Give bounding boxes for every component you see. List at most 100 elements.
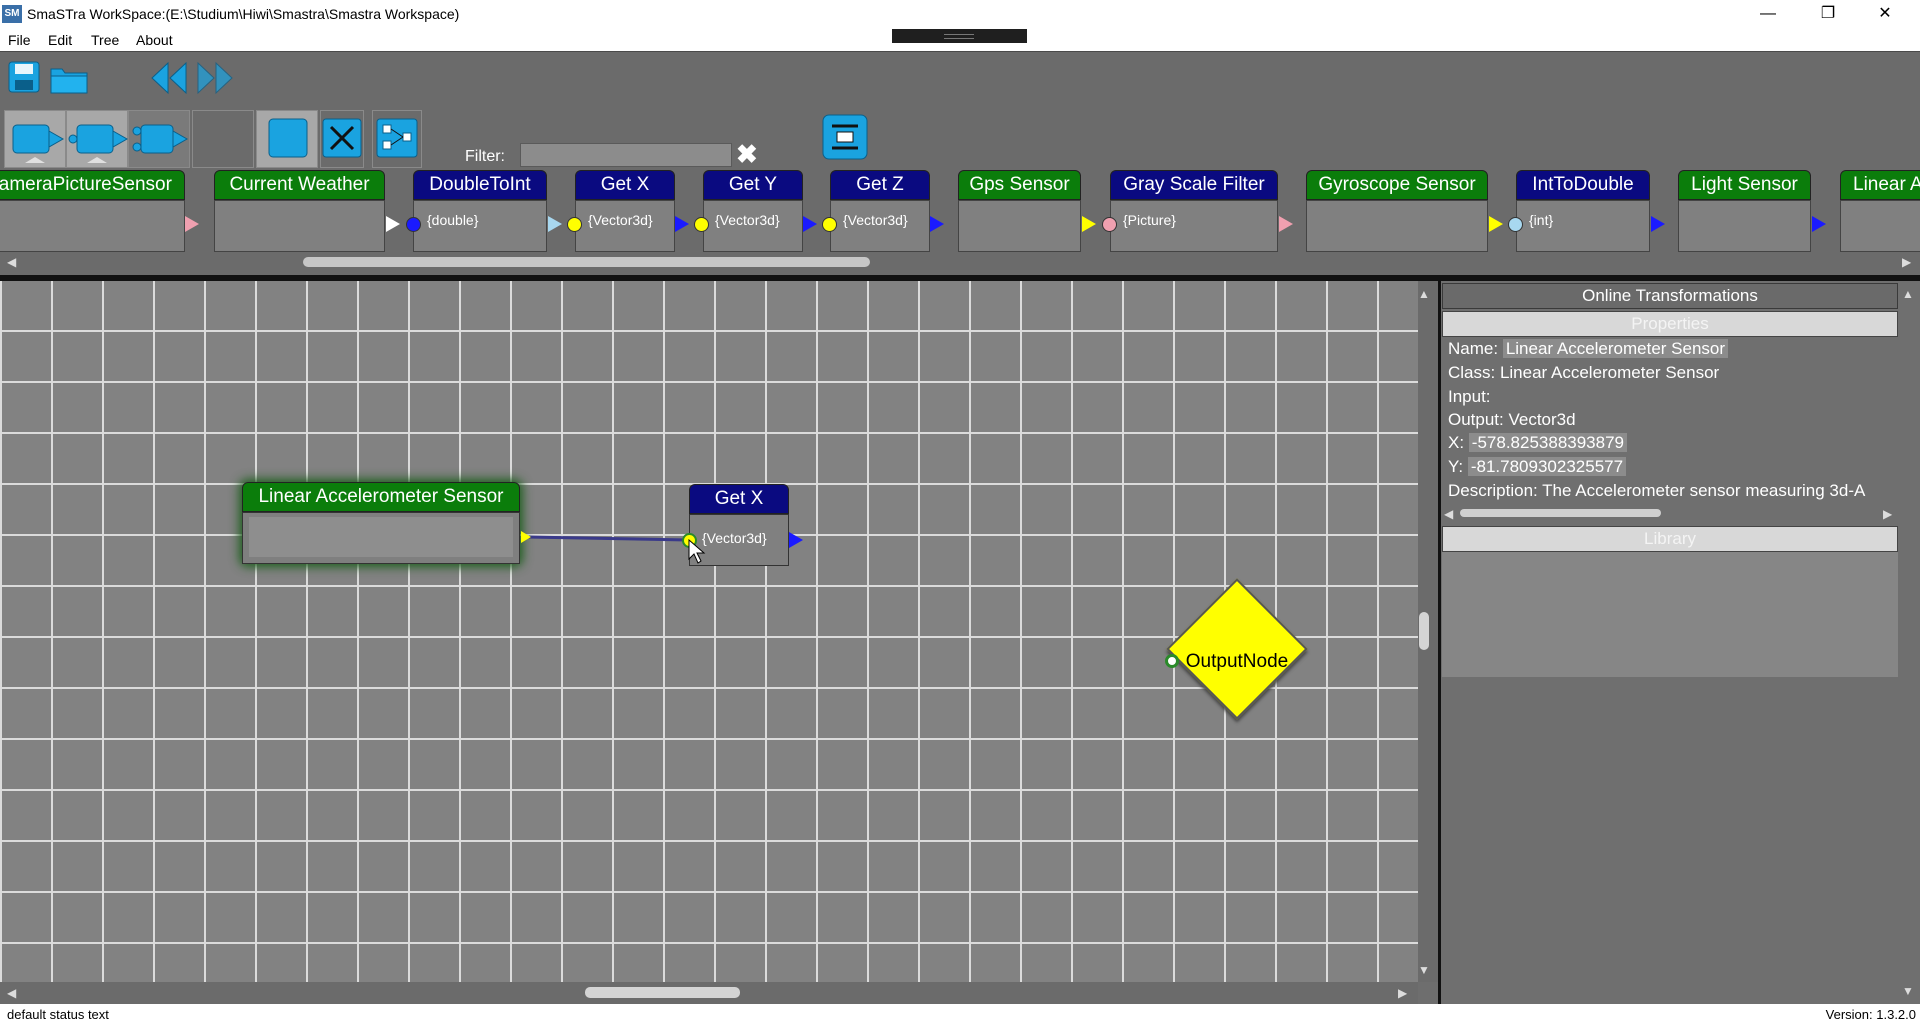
input-pin-icon [1508, 217, 1523, 232]
palette-node-label: Linear Accelerometer Sensor [1840, 170, 1920, 200]
palette-node-label: IntToDouble [1516, 170, 1650, 200]
output-pin-icon [675, 216, 689, 232]
scroll-up-icon[interactable]: ▲ [1418, 287, 1430, 301]
palette-node-get-x[interactable]: Get X [575, 170, 675, 252]
palette-node-current-weather[interactable]: Current Weather [214, 170, 385, 252]
palette-node-gps-sensor[interactable]: Gps Sensor [958, 170, 1081, 252]
scroll-left-icon[interactable]: ◀ [1444, 507, 1453, 521]
align-button[interactable] [822, 114, 868, 160]
drag-handle[interactable] [892, 29, 1027, 43]
prop-y-label: Y: [1448, 457, 1464, 476]
close-button[interactable]: ✕ [1862, 0, 1908, 30]
filter-clear-icon[interactable]: ✖ [736, 139, 758, 170]
palette-node-get-z[interactable]: Get Z [830, 170, 930, 252]
filter-input[interactable] [520, 143, 732, 167]
transform-node-icon [68, 124, 129, 163]
output-pin-icon[interactable] [521, 531, 531, 543]
prop-x-row: X: -578.825388393879 [1448, 433, 1627, 453]
palette-node-gray-scale-filter[interactable]: Gray Scale Filter [1110, 170, 1278, 252]
sensor-node-type-button[interactable] [4, 110, 66, 168]
maximize-button[interactable]: ❐ [1805, 0, 1851, 30]
library-header[interactable]: Library [1442, 526, 1898, 552]
window-title: SmaSTra WorkSpace:(E:\Studium\Hiwi\Smast… [27, 6, 460, 22]
output-pin-icon[interactable] [789, 532, 803, 548]
prop-name-value[interactable]: Linear Accelerometer Sensor [1502, 339, 1729, 358]
version-text: Version: 1.3.2.0 [1825, 1007, 1916, 1022]
menu-tree[interactable]: Tree [91, 32, 119, 48]
palette-node-gyroscope-sensor[interactable]: Gyroscope Sensor [1306, 170, 1488, 252]
output-node-label: OutputNode [1185, 651, 1289, 672]
minimize-button[interactable]: — [1745, 0, 1791, 30]
prop-name-row: Name: Linear Accelerometer Sensor [1448, 339, 1729, 359]
prop-name-label: Name: [1448, 339, 1499, 358]
scroll-right-icon[interactable]: ▶ [1902, 255, 1911, 269]
undo-button[interactable] [150, 61, 188, 95]
save-icon [8, 61, 40, 93]
canvas-node-linear-accelerometer[interactable]: Linear Accelerometer Sensor [242, 482, 520, 564]
title-bar: SM SmaSTra WorkSpace:(E:\Studium\Hiwi\Sm… [0, 0, 1920, 30]
output-node-input-pin-icon[interactable] [1165, 654, 1179, 668]
empty-slot [192, 110, 254, 168]
palette-scroll-thumb[interactable] [303, 257, 870, 267]
open-folder-button[interactable] [50, 64, 88, 94]
prop-x-value[interactable]: -578.825388393879 [1468, 433, 1627, 452]
scroll-right-icon[interactable]: ▶ [1883, 507, 1892, 521]
build-button[interactable] [320, 110, 364, 168]
properties-header[interactable]: Properties [1442, 311, 1898, 337]
scroll-down-icon[interactable]: ▼ [1418, 963, 1430, 977]
save-button[interactable] [8, 61, 40, 93]
prop-description: Description: The Accelerometer sensor me… [1448, 481, 1866, 500]
canvas-vertical-thumb[interactable] [1419, 612, 1429, 650]
output-pin-icon [803, 216, 817, 232]
input-pin-icon [406, 217, 421, 232]
hammer-icon [322, 118, 362, 158]
palette-node-double-to-int[interactable]: DoubleToInt [413, 170, 547, 252]
scroll-right-icon[interactable]: ▶ [1398, 986, 1407, 1000]
palette-node-light-sensor[interactable]: Light Sensor [1678, 170, 1811, 252]
properties-scroll-thumb[interactable] [1460, 509, 1661, 517]
library-content [1442, 552, 1898, 677]
scroll-up-icon[interactable]: ▲ [1902, 287, 1914, 301]
palette-node-label: Light Sensor [1678, 170, 1811, 200]
combine-node-type-button[interactable] [128, 110, 190, 168]
double-left-arrow-icon [151, 61, 187, 95]
input-pin-icon [567, 217, 582, 232]
palette-node-camera-picture-sensor[interactable]: CameraPictureSensor [0, 170, 185, 252]
menu-about[interactable]: About [136, 32, 173, 48]
palette-node-body [1678, 200, 1811, 252]
canvas-horizontal-thumb[interactable] [585, 987, 740, 998]
palette-node-label: DoubleToInt [413, 170, 547, 200]
tree-layout-button[interactable] [372, 110, 422, 168]
palette-node-label: CameraPictureSensor [0, 170, 185, 200]
right-panel: Online Transformations ▲ Properties Name… [1441, 281, 1920, 1004]
scroll-left-icon[interactable]: ◀ [7, 255, 16, 269]
transform-node-type-button[interactable] [66, 110, 129, 168]
palette-scrollbar[interactable] [0, 254, 1920, 272]
palette-node-body [0, 200, 185, 252]
canvas-node-body [242, 512, 520, 564]
connection-line[interactable] [526, 535, 689, 542]
palette-node-body [958, 200, 1081, 252]
node-type-toolbar [0, 108, 1920, 170]
palette-node-int-to-double[interactable]: IntToDouble [1516, 170, 1650, 252]
square-icon [268, 118, 308, 158]
canvas-node-label: Linear Accelerometer Sensor [242, 482, 520, 512]
canvas-node-label: Get X [689, 484, 789, 514]
workspace-canvas[interactable]: Linear Accelerometer Sensor Get X {Vecto… [0, 281, 1418, 982]
output-pin-icon [386, 216, 400, 232]
scroll-left-icon[interactable]: ◀ [7, 986, 16, 1000]
status-bar: default status text Version: 1.3.2.0 [0, 1004, 1920, 1024]
menu-edit[interactable]: Edit [48, 32, 72, 48]
prop-y-value[interactable]: -81.7809302325577 [1467, 457, 1627, 476]
align-icon [822, 114, 868, 160]
palette-node-linear-accelerometer[interactable]: Linear Accelerometer Sensor [1840, 170, 1920, 252]
panel-title: Online Transformations [1442, 283, 1898, 309]
palette-node-label: Gps Sensor [958, 170, 1081, 200]
palette-node-body [214, 200, 385, 252]
redo-button[interactable] [196, 61, 234, 95]
palette-node-body [1840, 200, 1920, 252]
scroll-down-icon[interactable]: ▼ [1902, 984, 1914, 998]
palette-node-get-y[interactable]: Get Y [703, 170, 803, 252]
menu-file[interactable]: File [8, 32, 31, 48]
select-all-button[interactable] [256, 110, 318, 168]
